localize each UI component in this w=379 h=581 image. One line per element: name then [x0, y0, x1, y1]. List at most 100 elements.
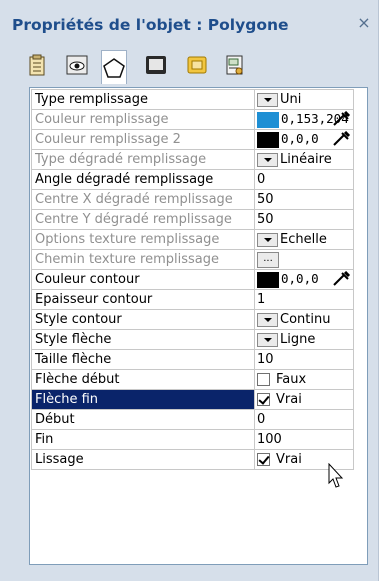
property-row[interactable]: Couleur contour 0,0,0: [31, 269, 354, 290]
property-label: Flèche début: [31, 369, 255, 390]
panel-title: Propriétés de l'objet : Polygone: [12, 16, 289, 34]
property-label: Fin: [31, 429, 255, 450]
property-label: Couleur contour: [31, 269, 255, 290]
property-label: Centre Y dégradé remplissage: [31, 209, 255, 230]
property-input[interactable]: 0: [254, 169, 354, 190]
property-label: Epaisseur contour: [31, 289, 255, 310]
property-grid: Type remplissage Uni Couleur remplissage 0,…: [29, 87, 368, 565]
property-value: Continu: [280, 312, 331, 327]
property-value[interactable]: 50: [257, 212, 274, 227]
property-input[interactable]: 50: [254, 189, 354, 210]
property-input[interactable]: 10: [254, 349, 354, 370]
property-value: 0,0,0: [281, 271, 319, 287]
view-icon[interactable]: [64, 52, 90, 78]
property-label: Style contour: [31, 309, 255, 330]
property-color-picker[interactable]: 0,0,0: [254, 269, 354, 290]
polygon-icon[interactable]: [101, 50, 127, 84]
property-input[interactable]: 50: [254, 209, 354, 230]
property-row[interactable]: Couleur remplissage 2 0,0,0: [31, 129, 354, 150]
close-icon[interactable]: ×: [355, 14, 373, 32]
property-label: Type dégradé remplissage: [31, 149, 255, 170]
property-label: Début: [31, 409, 255, 430]
property-value[interactable]: 0: [257, 412, 265, 427]
ellipsis-button[interactable]: ...: [257, 251, 279, 268]
properties-icon[interactable]: [222, 52, 248, 78]
checkbox[interactable]: [257, 393, 270, 406]
property-row[interactable]: Epaisseur contour 1: [31, 289, 354, 310]
property-dropdown[interactable]: Uni: [254, 89, 354, 110]
property-dropdown[interactable]: Linéaire: [254, 149, 354, 170]
property-row[interactable]: Flèche début Faux: [31, 369, 354, 390]
property-value: Vrai: [276, 392, 302, 407]
property-color-picker[interactable]: 0,0,0: [254, 129, 354, 150]
dropdown-arrow-icon[interactable]: [257, 152, 278, 167]
rectangle-icon[interactable]: [143, 52, 169, 78]
property-label: Centre X dégradé remplissage: [31, 189, 255, 210]
property-checkbox[interactable]: Faux: [254, 369, 354, 390]
property-value[interactable]: 50: [257, 192, 274, 207]
property-value[interactable]: 10: [257, 352, 274, 367]
property-input[interactable]: 100: [254, 429, 354, 450]
property-value[interactable]: 1: [257, 292, 265, 307]
picture-icon[interactable]: [184, 52, 210, 78]
property-label: Couleur remplissage 2: [31, 129, 255, 150]
pipette-icon[interactable]: [331, 131, 351, 147]
property-row[interactable]: Flèche fin Vrai: [31, 389, 354, 410]
property-row[interactable]: Style flèche Ligne: [31, 329, 354, 350]
property-table: Type remplissage Uni Couleur remplissage 0,…: [31, 89, 354, 470]
property-value: Echelle: [280, 232, 327, 247]
dropdown-arrow-icon[interactable]: [257, 312, 278, 327]
color-swatch[interactable]: [257, 271, 279, 288]
property-label: Style flèche: [31, 329, 255, 350]
pipette-icon[interactable]: [331, 271, 351, 287]
property-value: Uni: [280, 92, 302, 107]
property-value: Ligne: [280, 332, 316, 347]
property-row[interactable]: Style contour Continu: [31, 309, 354, 330]
property-input[interactable]: 0: [254, 409, 354, 430]
browse-button[interactable]: ...: [254, 249, 354, 270]
property-value: 0,0,0: [281, 131, 319, 147]
property-dropdown[interactable]: Continu: [254, 309, 354, 330]
property-value[interactable]: 100: [257, 432, 282, 447]
property-row[interactable]: Centre X dégradé remplissage 50: [31, 189, 354, 210]
property-category-toolbar: [0, 44, 379, 86]
color-swatch[interactable]: [257, 131, 279, 148]
panel-titlebar: Propriétés de l'objet : Polygone ×: [0, 0, 379, 44]
property-dropdown[interactable]: Ligne: [254, 329, 354, 350]
property-row[interactable]: Options texture remplissage Echelle: [31, 229, 354, 250]
property-row[interactable]: Fin 100: [31, 429, 354, 450]
checkbox[interactable]: [257, 453, 270, 466]
property-row[interactable]: Type remplissage Uni: [31, 89, 354, 110]
property-row[interactable]: Centre Y dégradé remplissage 50: [31, 209, 354, 230]
property-label: Options texture remplissage: [31, 229, 255, 250]
dropdown-arrow-icon[interactable]: [257, 332, 278, 347]
property-row[interactable]: Début 0: [31, 409, 354, 430]
dropdown-arrow-icon[interactable]: [257, 232, 278, 247]
color-swatch[interactable]: [257, 111, 279, 128]
property-label: Flèche fin: [31, 389, 255, 410]
property-value: Faux: [276, 372, 307, 387]
property-label: Type remplissage: [31, 89, 255, 110]
property-label: Lissage: [31, 449, 255, 470]
property-label: Taille flèche: [31, 349, 255, 370]
property-label: Chemin texture remplissage: [31, 249, 255, 270]
checkbox[interactable]: [257, 373, 270, 386]
property-checkbox[interactable]: Vrai: [254, 389, 354, 410]
property-row[interactable]: Couleur remplissage 0,153,204: [31, 109, 354, 130]
property-value: Vrai: [276, 452, 302, 467]
object-properties-panel: Propriétés de l'objet : Polygone × Type …: [0, 0, 379, 581]
mouse-cursor-icon: [328, 463, 344, 488]
property-value[interactable]: 0: [257, 172, 265, 187]
pipette-icon[interactable]: [331, 111, 351, 127]
property-row[interactable]: Lissage Vrai: [31, 449, 354, 470]
property-color-picker[interactable]: 0,153,204: [254, 109, 354, 130]
property-row[interactable]: Taille flèche 10: [31, 349, 354, 370]
property-input[interactable]: 1: [254, 289, 354, 310]
document-icon[interactable]: [24, 52, 50, 78]
property-row[interactable]: Type dégradé remplissage Linéaire: [31, 149, 354, 170]
property-row[interactable]: Angle dégradé remplissage 0: [31, 169, 354, 190]
property-value: Linéaire: [280, 152, 332, 167]
dropdown-arrow-icon[interactable]: [257, 92, 278, 107]
property-row[interactable]: Chemin texture remplissage...: [31, 249, 354, 270]
property-dropdown[interactable]: Echelle: [254, 229, 354, 250]
